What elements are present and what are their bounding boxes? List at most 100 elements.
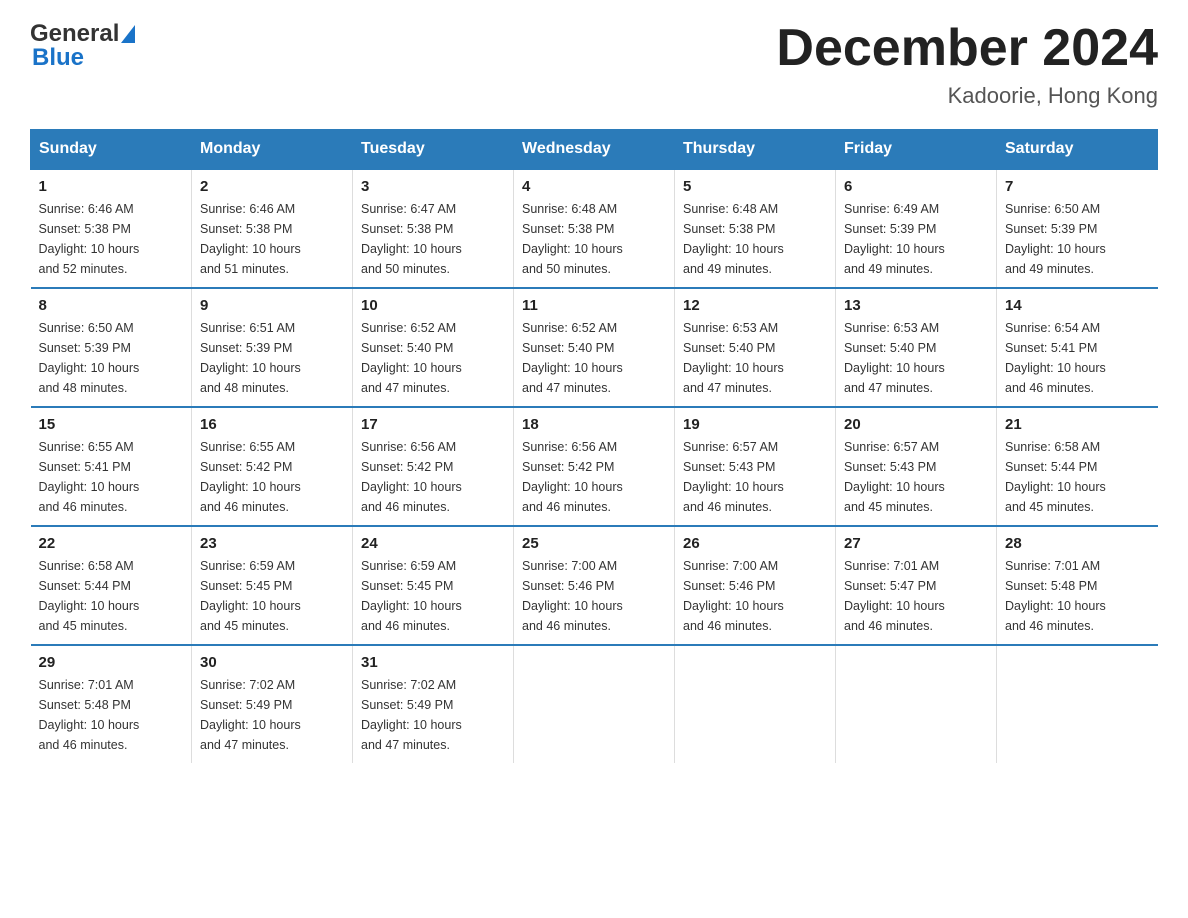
calendar-cell xyxy=(997,645,1158,763)
header-sunday: Sunday xyxy=(31,130,192,170)
calendar-cell: 1 Sunrise: 6:46 AM Sunset: 5:38 PM Dayli… xyxy=(31,169,192,288)
day-number: 23 xyxy=(200,535,344,552)
day-number: 26 xyxy=(683,535,827,552)
day-number: 27 xyxy=(844,535,988,552)
title-block: December 2024 Kadoorie, Hong Kong xyxy=(776,20,1158,109)
day-number: 8 xyxy=(39,297,184,314)
day-info: Sunrise: 6:52 AM Sunset: 5:40 PM Dayligh… xyxy=(361,318,505,398)
day-info: Sunrise: 6:52 AM Sunset: 5:40 PM Dayligh… xyxy=(522,318,666,398)
day-number: 14 xyxy=(1005,297,1150,314)
day-number: 1 xyxy=(39,178,184,195)
day-info: Sunrise: 7:01 AM Sunset: 5:48 PM Dayligh… xyxy=(39,675,184,755)
calendar-cell: 11 Sunrise: 6:52 AM Sunset: 5:40 PM Dayl… xyxy=(514,288,675,407)
header-monday: Monday xyxy=(192,130,353,170)
day-info: Sunrise: 6:56 AM Sunset: 5:42 PM Dayligh… xyxy=(522,437,666,517)
day-info: Sunrise: 7:00 AM Sunset: 5:46 PM Dayligh… xyxy=(522,556,666,636)
logo-arrow-icon xyxy=(121,25,135,43)
day-number: 4 xyxy=(522,178,666,195)
day-info: Sunrise: 6:55 AM Sunset: 5:41 PM Dayligh… xyxy=(39,437,184,517)
day-number: 7 xyxy=(1005,178,1150,195)
logo-blue-text: Blue xyxy=(32,44,84,72)
day-number: 9 xyxy=(200,297,344,314)
calendar-cell: 22 Sunrise: 6:58 AM Sunset: 5:44 PM Dayl… xyxy=(31,526,192,645)
calendar-cell: 21 Sunrise: 6:58 AM Sunset: 5:44 PM Dayl… xyxy=(997,407,1158,526)
day-info: Sunrise: 6:58 AM Sunset: 5:44 PM Dayligh… xyxy=(1005,437,1150,517)
day-number: 20 xyxy=(844,416,988,433)
day-number: 2 xyxy=(200,178,344,195)
day-info: Sunrise: 6:59 AM Sunset: 5:45 PM Dayligh… xyxy=(361,556,505,636)
calendar-cell: 12 Sunrise: 6:53 AM Sunset: 5:40 PM Dayl… xyxy=(675,288,836,407)
day-info: Sunrise: 6:48 AM Sunset: 5:38 PM Dayligh… xyxy=(522,199,666,279)
week-row-3: 15 Sunrise: 6:55 AM Sunset: 5:41 PM Dayl… xyxy=(31,407,1158,526)
calendar-header-row: SundayMondayTuesdayWednesdayThursdayFrid… xyxy=(31,130,1158,170)
header-tuesday: Tuesday xyxy=(353,130,514,170)
day-number: 31 xyxy=(361,654,505,671)
day-number: 17 xyxy=(361,416,505,433)
day-number: 3 xyxy=(361,178,505,195)
day-info: Sunrise: 6:54 AM Sunset: 5:41 PM Dayligh… xyxy=(1005,318,1150,398)
calendar-cell: 19 Sunrise: 6:57 AM Sunset: 5:43 PM Dayl… xyxy=(675,407,836,526)
header-thursday: Thursday xyxy=(675,130,836,170)
day-info: Sunrise: 7:01 AM Sunset: 5:47 PM Dayligh… xyxy=(844,556,988,636)
day-number: 12 xyxy=(683,297,827,314)
day-info: Sunrise: 6:50 AM Sunset: 5:39 PM Dayligh… xyxy=(39,318,184,398)
day-number: 28 xyxy=(1005,535,1150,552)
day-number: 30 xyxy=(200,654,344,671)
header-saturday: Saturday xyxy=(997,130,1158,170)
day-info: Sunrise: 6:59 AM Sunset: 5:45 PM Dayligh… xyxy=(200,556,344,636)
calendar-cell: 28 Sunrise: 7:01 AM Sunset: 5:48 PM Dayl… xyxy=(997,526,1158,645)
day-info: Sunrise: 6:46 AM Sunset: 5:38 PM Dayligh… xyxy=(200,199,344,279)
day-number: 13 xyxy=(844,297,988,314)
logo: General Blue xyxy=(30,20,135,72)
day-number: 10 xyxy=(361,297,505,314)
calendar-cell: 30 Sunrise: 7:02 AM Sunset: 5:49 PM Dayl… xyxy=(192,645,353,763)
day-number: 18 xyxy=(522,416,666,433)
header-wednesday: Wednesday xyxy=(514,130,675,170)
day-info: Sunrise: 7:00 AM Sunset: 5:46 PM Dayligh… xyxy=(683,556,827,636)
calendar-cell: 10 Sunrise: 6:52 AM Sunset: 5:40 PM Dayl… xyxy=(353,288,514,407)
day-number: 15 xyxy=(39,416,184,433)
day-info: Sunrise: 6:56 AM Sunset: 5:42 PM Dayligh… xyxy=(361,437,505,517)
day-number: 24 xyxy=(361,535,505,552)
day-info: Sunrise: 6:47 AM Sunset: 5:38 PM Dayligh… xyxy=(361,199,505,279)
day-info: Sunrise: 6:53 AM Sunset: 5:40 PM Dayligh… xyxy=(683,318,827,398)
day-number: 11 xyxy=(522,297,666,314)
day-info: Sunrise: 6:57 AM Sunset: 5:43 PM Dayligh… xyxy=(844,437,988,517)
day-number: 6 xyxy=(844,178,988,195)
day-number: 29 xyxy=(39,654,184,671)
calendar-title: December 2024 xyxy=(776,20,1158,77)
calendar-cell: 6 Sunrise: 6:49 AM Sunset: 5:39 PM Dayli… xyxy=(836,169,997,288)
calendar-cell: 4 Sunrise: 6:48 AM Sunset: 5:38 PM Dayli… xyxy=(514,169,675,288)
page-header: General Blue December 2024 Kadoorie, Hon… xyxy=(30,20,1158,109)
day-info: Sunrise: 6:50 AM Sunset: 5:39 PM Dayligh… xyxy=(1005,199,1150,279)
day-info: Sunrise: 6:55 AM Sunset: 5:42 PM Dayligh… xyxy=(200,437,344,517)
day-info: Sunrise: 6:49 AM Sunset: 5:39 PM Dayligh… xyxy=(844,199,988,279)
calendar-cell: 16 Sunrise: 6:55 AM Sunset: 5:42 PM Dayl… xyxy=(192,407,353,526)
day-info: Sunrise: 7:02 AM Sunset: 5:49 PM Dayligh… xyxy=(200,675,344,755)
week-row-1: 1 Sunrise: 6:46 AM Sunset: 5:38 PM Dayli… xyxy=(31,169,1158,288)
day-number: 25 xyxy=(522,535,666,552)
day-number: 5 xyxy=(683,178,827,195)
day-info: Sunrise: 6:58 AM Sunset: 5:44 PM Dayligh… xyxy=(39,556,184,636)
calendar-cell: 13 Sunrise: 6:53 AM Sunset: 5:40 PM Dayl… xyxy=(836,288,997,407)
day-number: 21 xyxy=(1005,416,1150,433)
calendar-cell xyxy=(514,645,675,763)
calendar-cell: 31 Sunrise: 7:02 AM Sunset: 5:49 PM Dayl… xyxy=(353,645,514,763)
calendar-cell: 7 Sunrise: 6:50 AM Sunset: 5:39 PM Dayli… xyxy=(997,169,1158,288)
calendar-cell: 3 Sunrise: 6:47 AM Sunset: 5:38 PM Dayli… xyxy=(353,169,514,288)
day-number: 16 xyxy=(200,416,344,433)
week-row-4: 22 Sunrise: 6:58 AM Sunset: 5:44 PM Dayl… xyxy=(31,526,1158,645)
week-row-5: 29 Sunrise: 7:01 AM Sunset: 5:48 PM Dayl… xyxy=(31,645,1158,763)
calendar-cell: 23 Sunrise: 6:59 AM Sunset: 5:45 PM Dayl… xyxy=(192,526,353,645)
calendar-cell: 29 Sunrise: 7:01 AM Sunset: 5:48 PM Dayl… xyxy=(31,645,192,763)
calendar-cell: 5 Sunrise: 6:48 AM Sunset: 5:38 PM Dayli… xyxy=(675,169,836,288)
day-info: Sunrise: 7:01 AM Sunset: 5:48 PM Dayligh… xyxy=(1005,556,1150,636)
day-info: Sunrise: 6:46 AM Sunset: 5:38 PM Dayligh… xyxy=(39,199,184,279)
day-number: 22 xyxy=(39,535,184,552)
header-friday: Friday xyxy=(836,130,997,170)
calendar-cell: 9 Sunrise: 6:51 AM Sunset: 5:39 PM Dayli… xyxy=(192,288,353,407)
calendar-table: SundayMondayTuesdayWednesdayThursdayFrid… xyxy=(30,129,1158,763)
day-info: Sunrise: 6:51 AM Sunset: 5:39 PM Dayligh… xyxy=(200,318,344,398)
calendar-cell xyxy=(836,645,997,763)
calendar-cell: 18 Sunrise: 6:56 AM Sunset: 5:42 PM Dayl… xyxy=(514,407,675,526)
